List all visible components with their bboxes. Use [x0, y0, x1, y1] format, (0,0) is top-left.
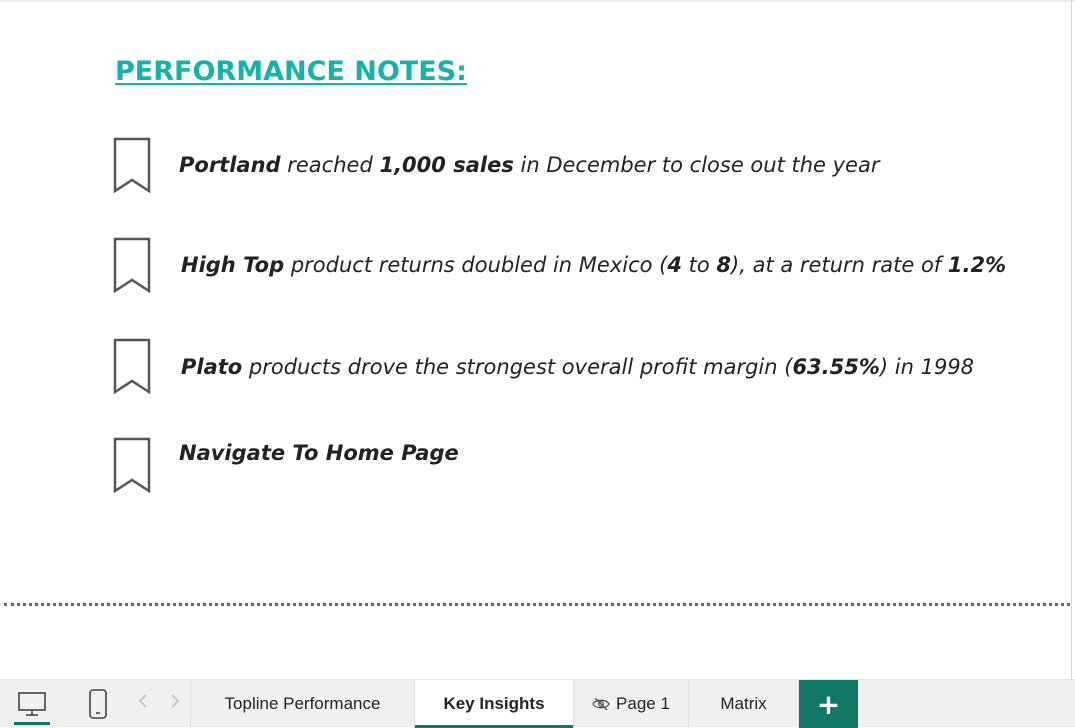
note-highlight: Plato [181, 355, 243, 379]
dotted-divider [4, 603, 1070, 606]
note-highlight: High Top [181, 253, 285, 277]
bookmark-icon[interactable] [113, 437, 151, 493]
note-highlight: 63.55% [792, 355, 880, 379]
tab-matrix[interactable]: Matrix [688, 680, 799, 728]
bookmark-icon[interactable] [113, 137, 151, 193]
navigate-home-link[interactable]: Navigate To Home Page [179, 441, 459, 465]
report-canvas: PERFORMANCE NOTES: Portland reached 1,00… [0, 0, 1075, 679]
tab-label: Page 1 [616, 694, 670, 713]
tab-topline-performance[interactable]: Topline Performance [190, 680, 414, 728]
mobile-icon[interactable] [74, 680, 122, 728]
bookmark-icon[interactable] [113, 237, 151, 293]
canvas-border [1071, 0, 1072, 679]
note-highlight: 1.2% [947, 253, 1007, 277]
bookmark-icon[interactable] [113, 338, 151, 394]
note-text: in December to close out the year [513, 153, 880, 177]
note-highlight: 8 [716, 253, 732, 277]
eye-hidden-icon [592, 697, 610, 711]
note-highlight: 1,000 sales [379, 153, 514, 177]
note-text: ) in 1998 [879, 355, 975, 379]
page-title: PERFORMANCE NOTES: [115, 56, 467, 87]
note-highlight: Portland [179, 153, 281, 177]
desktop-icon[interactable] [8, 680, 56, 728]
tab-label: Topline Performance [224, 694, 381, 713]
page-tab-bar: Topline Performance Key Insights Page 1 … [0, 679, 1075, 728]
plus-icon: + [816, 687, 841, 721]
note-text: reached [280, 153, 380, 177]
tab-key-insights[interactable]: Key Insights [414, 680, 573, 728]
note-text: to [681, 253, 717, 277]
note-highlight: Navigate To Home Page [179, 441, 459, 465]
note-high-top: High Top product returns doubled in Mexi… [181, 253, 1006, 277]
add-page-button[interactable]: + [799, 680, 858, 728]
note-portland: Portland reached 1,000 sales in December… [179, 153, 879, 177]
note-text: ), at a return rate of [731, 253, 948, 277]
chevron-right-icon[interactable] [170, 693, 180, 713]
note-text: products drove the strongest overall pro… [242, 355, 793, 379]
tab-page-1[interactable]: Page 1 [573, 680, 688, 728]
top-shadow [0, 0, 1075, 3]
note-highlight: 4 [667, 253, 682, 277]
note-plato: Plato products drove the strongest overa… [181, 355, 974, 379]
note-text: product returns doubled in Mexico ( [284, 253, 668, 277]
tab-label: Matrix [720, 694, 767, 713]
tab-label: Key Insights [443, 694, 545, 713]
chevron-left-icon[interactable] [138, 693, 148, 713]
